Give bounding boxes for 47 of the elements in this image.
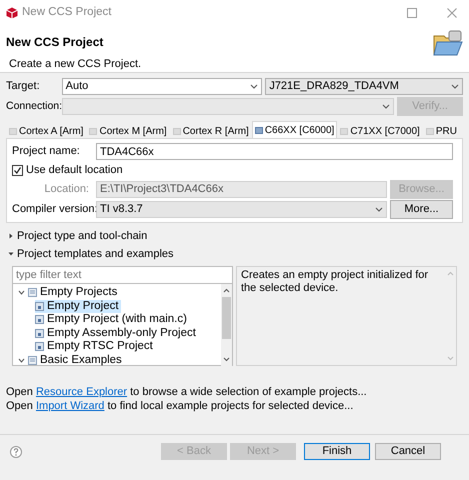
checkbox-label[interactable]: Use default location bbox=[26, 162, 123, 179]
close-icon[interactable] bbox=[447, 8, 457, 18]
header-title: New CCS Project bbox=[6, 34, 104, 51]
field-label: Connection: bbox=[6, 98, 59, 114]
page-icon bbox=[35, 328, 44, 338]
collapse-arrow-icon[interactable] bbox=[8, 251, 14, 257]
page-icon bbox=[35, 342, 44, 352]
device-dropdown[interactable]: J721E_DRA829_TDA4VM bbox=[265, 78, 463, 95]
info-sentence: Open Import Wizard to find local example projects for selected device... bbox=[6, 399, 354, 412]
help-icon bbox=[10, 446, 22, 458]
target-dropdown[interactable]: Auto bbox=[62, 78, 262, 95]
checkbox[interactable] bbox=[12, 165, 23, 176]
tab[interactable]: C66XX [C6000] bbox=[252, 121, 338, 138]
field-label: Target: bbox=[6, 79, 41, 94]
header-subtitle: Create a new CCS Project. bbox=[8, 57, 142, 72]
tree-item[interactable]: Empty Assembly-only Project bbox=[35, 326, 198, 340]
more-button[interactable]: More... bbox=[390, 200, 453, 219]
page-icon bbox=[35, 315, 44, 324]
section-toggle[interactable]: Project templates and examples bbox=[17, 246, 174, 262]
tree-item[interactable]: Empty RTSC Project bbox=[35, 340, 155, 354]
tree-item[interactable]: Empty Project (with main.c) bbox=[35, 313, 189, 326]
expand-arrow-icon[interactable] bbox=[8, 233, 14, 239]
dialog-button[interactable]: Finish bbox=[304, 443, 370, 460]
link[interactable]: Resource Explorer bbox=[36, 386, 128, 398]
checkmark-icon bbox=[13, 166, 22, 175]
field-label: Project name: bbox=[12, 144, 81, 160]
tab[interactable]: Cortex M [Arm] bbox=[86, 123, 170, 138]
field-label: Location: bbox=[43, 182, 90, 198]
description-text: Creates an empty project initialized for the selected device. bbox=[240, 268, 430, 296]
maximize-icon[interactable] bbox=[407, 8, 417, 18]
tree-item[interactable]: Empty Projects bbox=[40, 284, 118, 302]
link[interactable]: Import Wizard bbox=[36, 400, 104, 412]
section-toggle[interactable]: Project type and tool-chain bbox=[17, 228, 148, 244]
filter-field[interactable]: type filter text bbox=[12, 266, 233, 284]
dialog-button[interactable]: Cancel bbox=[375, 443, 441, 460]
tab[interactable]: Cortex R [Arm] bbox=[170, 123, 252, 138]
tree-item[interactable]: Empty Project bbox=[35, 300, 121, 313]
app-logo-icon bbox=[6, 7, 18, 19]
page-icon bbox=[35, 302, 44, 311]
tab[interactable]: C71XX [C7000] bbox=[337, 123, 423, 138]
project-name-field[interactable]: TDA4C66x bbox=[96, 143, 453, 160]
tab[interactable]: Cortex A [Arm] bbox=[6, 123, 86, 138]
tab[interactable]: PRU bbox=[422, 123, 460, 138]
window-title: New CCS Project bbox=[22, 5, 112, 20]
tree-item[interactable]: Basic Examples bbox=[40, 352, 122, 369]
compiler-dropdown[interactable]: TI v8.3.7 bbox=[96, 201, 387, 218]
info-sentence: Open Resource Explorer to browse a wide selection of example projects... bbox=[6, 385, 368, 398]
